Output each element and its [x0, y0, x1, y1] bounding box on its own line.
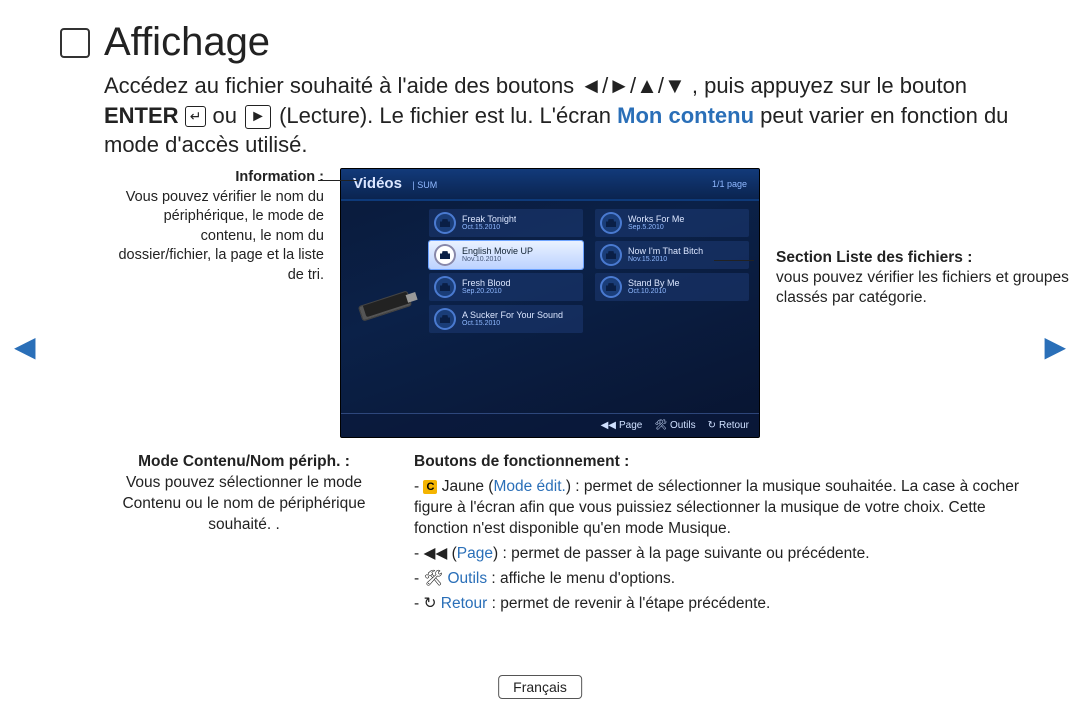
prev-page-arrow[interactable]: ◀ — [14, 330, 36, 363]
file-name: A Sucker For Your Sound — [462, 311, 563, 320]
file-date: Oct.15.2010 — [462, 224, 516, 231]
file-name: Now I'm That Bitch — [628, 247, 703, 256]
func-item-page: ◀◀ (Page) : permet de passer à la page s… — [414, 544, 1020, 565]
file-name: Works For Me — [628, 215, 684, 224]
usb-device-icon — [359, 292, 411, 321]
file-name: Stand By Me — [628, 279, 680, 288]
intro-text-3: (Lecture). Le fichier est lu. L'écran — [279, 103, 617, 128]
page-label: Page — [457, 545, 493, 562]
file-item[interactable]: A Sucker For Your SoundOct.15.2010 — [429, 305, 583, 333]
enter-key-label: ENTER — [104, 103, 179, 128]
screen-title: Vidéos — [353, 175, 402, 192]
file-list-label: Section Liste des fichiers : — [776, 249, 972, 266]
tools-text: : affiche le menu d'options. — [487, 570, 675, 587]
play-icon: ► — [245, 105, 271, 129]
page-title: Affichage — [104, 20, 270, 65]
file-item[interactable]: Freak TonightOct.15.2010 — [429, 209, 583, 237]
mon-contenu-highlight: Mon contenu — [617, 103, 754, 128]
footer-return-icon: ↻ — [708, 420, 716, 431]
video-file-icon — [434, 308, 456, 330]
c-yellow-badge: C — [423, 480, 437, 494]
func-item-tools: 🛠 Outils : affiche le menu d'options. — [414, 569, 1020, 590]
screen-footer: ◀◀Page 🛠Outils ↻Retour — [341, 413, 759, 437]
video-file-icon — [434, 212, 456, 234]
func-item-return: ↻ Retour : permet de revenir à l'étape p… — [414, 594, 1020, 615]
return-label: Retour — [441, 595, 488, 612]
video-file-icon — [600, 244, 622, 266]
jaune-prefix: Jaune ( — [437, 478, 493, 495]
footer-page-label: Page — [619, 420, 642, 431]
func-item-yellow: C Jaune (Mode édit.) : permet de sélecti… — [414, 477, 1020, 540]
file-date: Sep.20.2010 — [462, 288, 511, 295]
file-name: Fresh Blood — [462, 279, 511, 288]
mode-content-callout: Mode Contenu/Nom périph. : Vous pouvez s… — [104, 452, 384, 618]
video-file-icon — [600, 276, 622, 298]
videos-screen-mock: Vidéos | SUM 1/1 page Freak TonightOct.1… — [340, 168, 760, 438]
screen-subtitle: | SUM — [412, 180, 437, 190]
information-body: Vous pouvez vérifier le nom du périphéri… — [118, 189, 324, 283]
file-date: Oct.10.2010 — [628, 288, 680, 295]
file-item[interactable]: Works For MeSep.5.2010 — [595, 209, 749, 237]
file-date: Sep.5.2010 — [628, 224, 684, 231]
video-file-icon — [600, 212, 622, 234]
lead-line — [318, 180, 358, 181]
file-item[interactable]: Fresh BloodSep.20.2010 — [429, 273, 583, 301]
mode-edit-highlight: Mode édit. — [493, 478, 565, 495]
file-item[interactable]: English Movie UPNov.10.2010 — [429, 241, 583, 269]
file-item[interactable]: Now I'm That BitchNov.15.2010 — [595, 241, 749, 269]
file-list-callout: Section Liste des fichiers : vous pouvez… — [776, 168, 1076, 308]
video-file-icon — [434, 244, 456, 266]
information-callout: Information : Vous pouvez vérifier le no… — [104, 168, 324, 285]
screen-page-indicator: 1/1 page — [712, 179, 747, 189]
return-glyph-icon: ↻ — [423, 595, 436, 612]
enter-icon: ↵ — [185, 106, 207, 127]
file-item[interactable]: Stand By MeOct.10.2010 — [595, 273, 749, 301]
intro-paragraph: Accédez au fichier souhaité à l'aide des… — [60, 71, 1020, 160]
next-page-arrow[interactable]: ▶ — [1044, 330, 1066, 363]
function-buttons-label: Boutons de fonctionnement : — [414, 453, 629, 470]
arrow-keys-glyph: ◄/►/▲/▼ — [580, 73, 685, 98]
intro-text-1: Accédez au fichier souhaité à l'aide des… — [104, 73, 580, 98]
footer-page-icon: ◀◀ — [601, 420, 616, 431]
file-name: English Movie UP — [462, 247, 533, 256]
footer-tools-label: Outils — [670, 420, 696, 431]
file-date: Oct.15.2010 — [462, 320, 563, 327]
file-date: Nov.10.2010 — [462, 256, 533, 263]
mode-content-label: Mode Contenu/Nom périph. : — [138, 453, 350, 470]
lead-line — [714, 260, 754, 261]
language-pill[interactable]: Français — [498, 675, 582, 699]
tools-glyph-icon: 🛠 — [423, 570, 443, 587]
file-date: Nov.15.2010 — [628, 256, 703, 263]
information-label: Information : — [235, 169, 324, 185]
function-buttons-callout: Boutons de fonctionnement : C Jaune (Mod… — [414, 452, 1020, 618]
intro-text-2: , puis appuyez sur le bouton — [692, 73, 967, 98]
mode-content-body: Vous pouvez sélectionner le mode Contenu… — [122, 474, 365, 533]
tools-label: Outils — [447, 570, 487, 587]
page-text: : permet de passer à la page suivante ou… — [498, 545, 869, 562]
page-glyph-icon: ◀◀ — [423, 545, 447, 562]
file-list-body: vous pouvez vérifier les fichiers et gro… — [776, 269, 1069, 306]
footer-tools-icon: 🛠 — [654, 420, 667, 431]
file-name: Freak Tonight — [462, 215, 516, 224]
footer-return-label: Retour — [719, 420, 749, 431]
section-bullet-icon — [60, 28, 90, 58]
return-text: : permet de revenir à l'étape précédente… — [487, 595, 770, 612]
intro-ou: ou — [213, 103, 244, 128]
video-file-icon — [434, 276, 456, 298]
